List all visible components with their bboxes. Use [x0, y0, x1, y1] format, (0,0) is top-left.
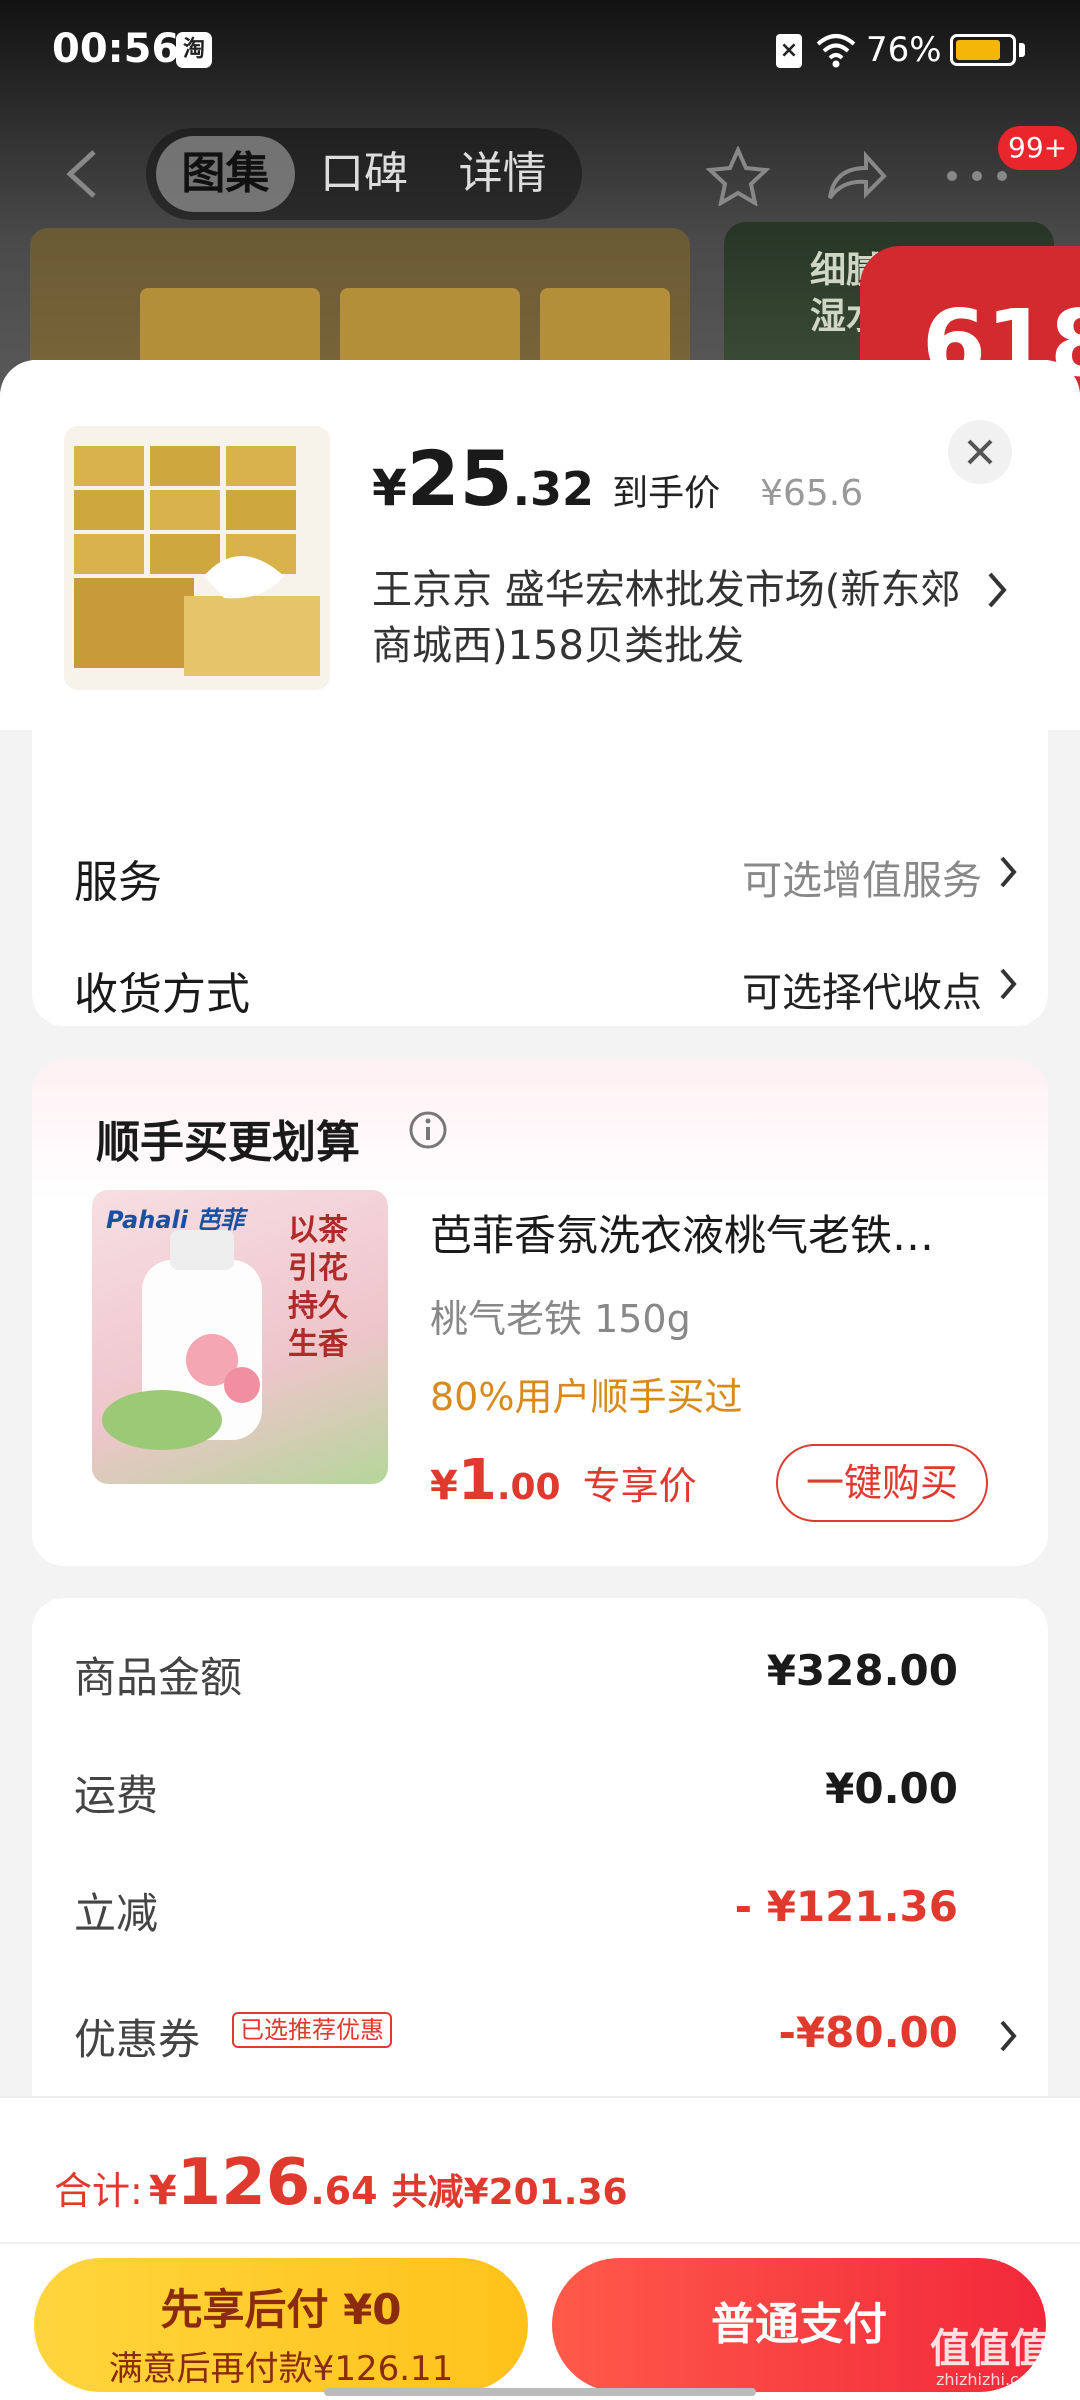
- chevron-right-icon: [1000, 968, 1017, 1000]
- slogan-text: 以茶引花 持久生香: [288, 1213, 348, 1362]
- battery-percent: 76%: [866, 30, 942, 70]
- goods-amount-label: 商品金额: [74, 1653, 243, 1702]
- star-icon[interactable]: [706, 146, 770, 206]
- share-icon[interactable]: [826, 150, 888, 204]
- add-on-price-symbol: ¥: [430, 1463, 458, 1509]
- battery-icon: [950, 34, 1016, 66]
- tab-reviews[interactable]: 口碑: [295, 136, 434, 212]
- more-dots-icon[interactable]: [944, 168, 1010, 184]
- product-thumbnail: [64, 426, 330, 690]
- background-page: 00:56 淘 × 76% 图集 口碑 详情 99+ 细腻厚 湿水 618: [0, 0, 1080, 400]
- home-indicator[interactable]: [324, 2388, 756, 2396]
- taobao-app-icon: 淘: [176, 32, 212, 68]
- price-decimal: .32: [512, 462, 595, 516]
- close-icon: [967, 439, 993, 465]
- checkout-sheet: ¥ 25 .32 到手价 ¥65.6 王京京 盛华宏林批发市场(新东郊商城西)1…: [0, 360, 1080, 2400]
- total-symbol: ¥: [148, 2168, 177, 2214]
- watermark-url: zhizhizhi.com: [936, 2370, 1045, 2389]
- total-decimal: .64: [310, 2169, 378, 2213]
- delivery-method-value[interactable]: 可选择代收点: [742, 960, 982, 1018]
- add-on-title: 顺手买更划算: [96, 1117, 360, 1168]
- sheet-header: ¥ 25 .32 到手价 ¥65.6 王京京 盛华宏林批发市场(新东郊商城西)1…: [0, 360, 1080, 730]
- pay-later-title: 先享后付 ¥0: [160, 2285, 402, 2334]
- add-on-price-integer: 1: [457, 1448, 497, 1513]
- status-time: 00:56: [52, 26, 180, 72]
- shipping-label: 运费: [74, 1771, 159, 1820]
- top-tabs: 图集 口碑 详情: [146, 128, 582, 220]
- price-label: 到手价: [612, 473, 721, 514]
- service-card: 服务 可选增值服务 收货方式 可选择代收点: [32, 720, 1048, 1026]
- order-total: 合计: ¥ 126 .64 共减¥201.36: [54, 2146, 628, 2220]
- status-bar: 00:56 淘 × 76%: [0, 0, 1080, 110]
- add-on-price-decimal: .00: [496, 1467, 561, 1508]
- price-symbol: ¥: [372, 459, 407, 517]
- original-price: ¥65.6: [760, 473, 864, 514]
- add-on-popularity: 80%用户顺手买过: [430, 1375, 743, 1419]
- add-on-product-image[interactable]: Pahali 芭菲 以茶引花 持久生香: [92, 1190, 388, 1484]
- final-price: ¥ 25 .32 到手价 ¥65.6: [372, 434, 863, 523]
- brand-logo: Pahali 芭菲: [106, 1206, 245, 1234]
- coupon-label: 优惠券: [74, 2015, 201, 2064]
- discount-value: - ¥121.36: [734, 1882, 958, 1931]
- discount-label: 立减: [74, 1889, 159, 1938]
- goods-amount-value: ¥328.00: [766, 1646, 958, 1695]
- coupon-value[interactable]: -¥80.00: [778, 2008, 958, 2057]
- pay-later-subtitle: 满意后再付款¥126.11: [108, 2349, 454, 2389]
- watermark: 值值值: [930, 2326, 1050, 2372]
- add-on-product-name[interactable]: 芭菲香氛洗衣液桃气老铁…: [430, 1202, 1004, 1263]
- battery-cap: [1019, 43, 1025, 57]
- close-button[interactable]: [948, 420, 1012, 484]
- chevron-right-icon: [988, 572, 1007, 608]
- tab-gallery[interactable]: 图集: [156, 136, 295, 212]
- one-click-buy-button[interactable]: 一键购买: [776, 1444, 988, 1522]
- service-label: 服务: [74, 857, 162, 908]
- message-count-badge: 99+: [998, 126, 1078, 170]
- total-label: 合计:: [54, 2169, 143, 2213]
- delivery-address[interactable]: 王京京 盛华宏林批发市场(新东郊商城西)158贝类批发: [372, 562, 992, 674]
- service-value[interactable]: 可选增值服务: [742, 848, 982, 906]
- pay-later-button[interactable]: 先享后付 ¥0 满意后再付款¥126.11: [34, 2258, 528, 2392]
- add-on-card: 顺手买更划算 Pahali 芭菲 以茶引花 持久生香 芭菲香氛洗衣液桃气老铁… …: [32, 1060, 1048, 1566]
- checkout-bar: 合计: ¥ 126 .64 共减¥201.36 先享后付 ¥0 满意后再付款¥1…: [0, 2096, 1080, 2400]
- add-on-spec: 桃气老铁 150g: [430, 1297, 691, 1341]
- tab-details[interactable]: 详情: [433, 136, 572, 212]
- delivery-method-label: 收货方式: [74, 969, 250, 1020]
- chevron-right-icon[interactable]: [998, 2018, 1018, 2054]
- coupon-tag: 已选推荐优惠: [232, 2012, 392, 2048]
- divider: [0, 2242, 1080, 2244]
- info-icon[interactable]: [408, 1110, 448, 1150]
- add-on-price-label: 专享价: [582, 1464, 697, 1508]
- price-integer: 25: [406, 434, 513, 523]
- total-integer: 126: [176, 2146, 311, 2220]
- add-on-price: ¥ 1 .00 专享价: [430, 1448, 697, 1513]
- shipping-value: ¥0.00: [825, 1764, 958, 1813]
- back-arrow-icon[interactable]: [58, 148, 106, 200]
- total-saving: 共减¥201.36: [391, 2172, 628, 2213]
- wifi-icon: [816, 34, 856, 68]
- chevron-right-icon: [1000, 856, 1017, 888]
- sim-icon: ×: [776, 34, 802, 68]
